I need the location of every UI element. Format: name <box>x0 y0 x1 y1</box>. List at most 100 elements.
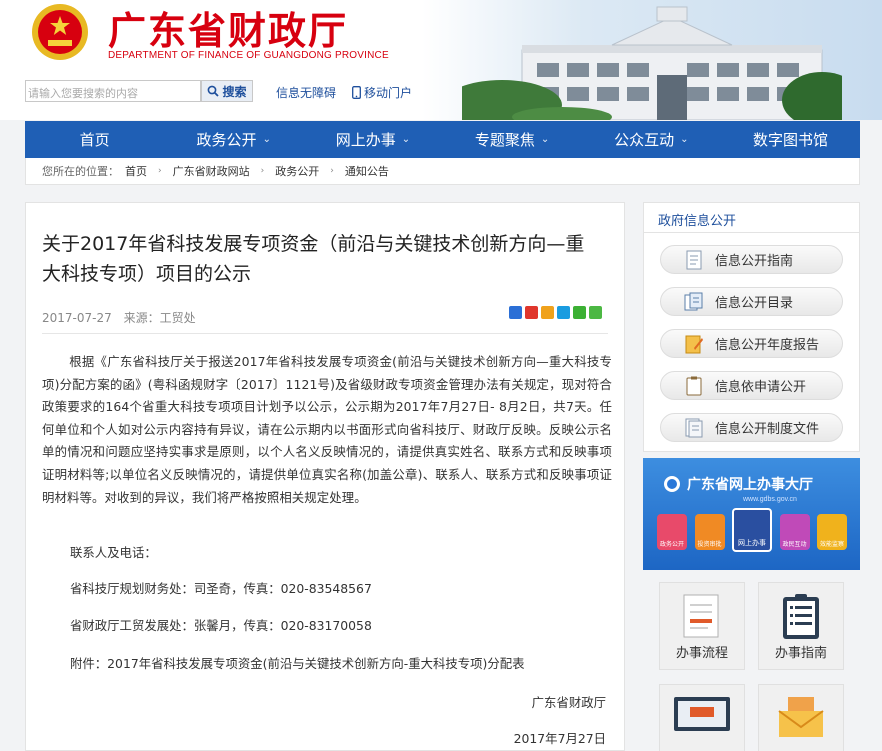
renren-icon[interactable] <box>541 306 554 319</box>
info-catalog-button[interactable]: 信息公开目录 <box>660 287 843 316</box>
nav-item-label: 专题聚焦 <box>474 131 535 149</box>
mobile-phone-icon <box>352 86 361 99</box>
breadcrumb-item-site[interactable]: 广东省财政网站 <box>173 163 250 179</box>
article-title: 关于2017年省科技发展专项资金（前沿与关键技术创新方向—重大科技专项）项目的公… <box>42 233 585 285</box>
nav-item-topics[interactable]: 专题聚焦 ⌄ <box>443 121 582 158</box>
contact-heading: 联系人及电话： <box>70 545 157 560</box>
breadcrumb-item-home[interactable]: 首页 <box>125 163 147 179</box>
site-subtitle: DEPARTMENT OF FINANCE OF GUANGDONG PROVI… <box>108 50 389 61</box>
nav-item-label: 首页 <box>79 131 110 149</box>
search-button-label: 搜索 <box>222 84 247 99</box>
signature-date: 2017年7月27日 <box>513 731 606 746</box>
more-share-icon[interactable] <box>589 306 602 319</box>
qzone-icon[interactable] <box>509 306 522 319</box>
hall-figure-online-office[interactable]: 网上办事 <box>732 508 772 552</box>
wechat-icon[interactable] <box>573 306 586 319</box>
info-regulations-label: 信息公开制度文件 <box>715 422 820 437</box>
folder-document-icon <box>683 417 705 439</box>
breadcrumb-item-notices[interactable]: 通知公告 <box>345 163 389 179</box>
mailbox-tile[interactable] <box>758 684 844 751</box>
guide-tile-label: 办事指南 <box>774 646 827 661</box>
hall-logo-icon <box>664 476 680 492</box>
hall-figure-caption: 投资审批 <box>697 541 722 548</box>
article-source: 来源：工贸处 <box>123 311 196 325</box>
nav-item-gov-affairs[interactable]: 政务公开 ⌄ <box>164 121 303 158</box>
government-building-image <box>462 6 842 120</box>
mobile-portal-label: 移动门户 <box>364 86 413 100</box>
breadcrumb-separator-icon: › <box>330 166 334 176</box>
nav-item-label: 数字图书馆 <box>752 131 828 149</box>
weibo-icon[interactable] <box>525 306 538 319</box>
contact-finance-dept: 省财政厅工贸发展处：张馨月，传真：020-83170058 <box>70 618 372 633</box>
attachment-link[interactable]: 附件：2017年省科技发展专项资金(前沿与关键技术创新方向-重大科技专项)分配表 <box>70 654 525 672</box>
chevron-down-icon: ⌄ <box>262 134 271 145</box>
procedure-tile[interactable]: 办事流程 <box>659 582 745 670</box>
signature-org: 广东省财政厅 <box>531 695 606 710</box>
article-meta: 2017-07-27 来源：工贸处 <box>42 309 204 326</box>
search-button[interactable]: 搜索 <box>201 80 253 102</box>
guide-tile[interactable]: 办事指南 <box>758 582 844 670</box>
hall-figures: 政务公开 投资审批 网上办事 政民互动 效能监察 <box>657 508 847 554</box>
national-emblem-icon <box>32 4 88 60</box>
hall-title-text: 广东省网上办事大厅 <box>687 477 813 493</box>
catalog-icon <box>683 291 705 313</box>
breadcrumb-separator-icon: › <box>260 166 265 176</box>
tencent-weibo-icon[interactable] <box>557 306 570 319</box>
article-divider <box>42 333 608 334</box>
info-annual-report-label: 信息公开年度报告 <box>715 338 820 353</box>
breadcrumb: 您所在的位置： 首页 › 广东省财政网站 › 政务公开 › 通知公告 <box>25 158 860 185</box>
monitor-icon <box>674 697 730 731</box>
nav-item-label: 网上办事 <box>335 131 396 149</box>
hall-figure-gov-affairs[interactable]: 政务公开 <box>657 514 687 550</box>
hall-figure-interaction[interactable]: 政民互动 <box>779 514 810 550</box>
search-icon <box>208 85 220 97</box>
hall-figure-investment[interactable]: 投资审批 <box>694 514 725 550</box>
process-document-icon <box>683 594 719 638</box>
nav-item-label: 公众互动 <box>614 131 675 149</box>
article-panel: 关于2017年省科技发展专项资金（前沿与关键技术创新方向—重大科技专项）项目的公… <box>25 202 625 751</box>
hall-figure-supervision[interactable]: 效能监察 <box>817 514 847 550</box>
nav-item-home[interactable]: 首页 <box>25 121 164 158</box>
nav-item-online-services[interactable]: 网上办事 ⌄ <box>303 121 442 158</box>
article-body: 根据《广东省科技厅关于报送2017年省科技发展专项资金(前沿与关键技术创新方向—… <box>42 354 612 505</box>
article-date: 2017-07-27 <box>42 311 112 325</box>
online-service-tile[interactable] <box>659 684 745 751</box>
hall-figure-caption: 政务公开 <box>659 541 684 548</box>
chevron-down-icon: ⌄ <box>540 134 550 145</box>
site-header: 广东省财政厅 DEPARTMENT OF FINANCE OF GUANGDON… <box>0 0 882 120</box>
sidebar: 政府信息公开 信息公开指南 信息公开目录 信息公开年度报告 信息依申请公开 信息… <box>643 202 860 751</box>
clipboard-icon <box>683 375 705 397</box>
info-annual-report-button[interactable]: 信息公开年度报告 <box>660 329 843 358</box>
hall-figure-caption: 效能监察 <box>819 541 844 548</box>
hall-figure-caption: 政民互动 <box>782 541 807 548</box>
accessibility-link[interactable]: 信息无障碍 <box>276 84 336 101</box>
site-title: 广东省财政厅 <box>108 8 349 53</box>
chevron-down-icon: ⌄ <box>680 134 689 145</box>
chevron-down-icon: ⌄ <box>401 134 411 145</box>
share-bar <box>509 306 602 319</box>
nav-item-digital-library[interactable]: 数字图书馆 <box>721 121 860 158</box>
info-guide-button[interactable]: 信息公开指南 <box>660 245 843 274</box>
breadcrumb-prefix: 您所在的位置： <box>42 165 119 178</box>
info-apply-button[interactable]: 信息依申请公开 <box>660 371 843 400</box>
info-guide-label: 信息公开指南 <box>715 254 794 269</box>
info-panel-heading: 政府信息公开 <box>644 203 859 233</box>
contact-science-dept: 省科技厅规划财务处：司圣奇，传真：020-83548567 <box>70 581 372 596</box>
nav-item-label: 政务公开 <box>196 131 257 149</box>
breadcrumb-separator-icon: › <box>158 166 162 176</box>
info-catalog-label: 信息公开目录 <box>715 296 794 311</box>
search-input[interactable]: 请输入您要搜索的内容 <box>25 80 201 102</box>
info-regulations-button[interactable]: 信息公开制度文件 <box>660 413 843 442</box>
info-disclosure-panel: 政府信息公开 信息公开指南 信息公开目录 信息公开年度报告 信息依申请公开 信息… <box>643 202 860 452</box>
online-service-hall-banner[interactable]: 广东省网上办事大厅 www.gdbs.gov.cn 政务公开 投资审批 网上办事… <box>643 458 860 570</box>
hall-title: 广东省网上办事大厅 <box>663 474 813 494</box>
nav-item-public-interaction[interactable]: 公众互动 ⌄ <box>582 121 721 158</box>
hall-figure-caption: 网上办事 <box>738 539 766 547</box>
breadcrumb-item-gov-affairs[interactable]: 政务公开 <box>275 163 319 179</box>
guide-clipboard-icon <box>783 594 819 639</box>
main-nav: 首页 政务公开 ⌄ 网上办事 ⌄ 专题聚焦 ⌄ 公众互动 ⌄ 数字图书馆 <box>25 121 860 158</box>
info-apply-label: 信息依申请公开 <box>715 380 807 395</box>
document-icon <box>683 249 705 271</box>
report-icon <box>683 333 705 355</box>
mobile-portal-link[interactable]: 移动门户 <box>352 84 412 101</box>
